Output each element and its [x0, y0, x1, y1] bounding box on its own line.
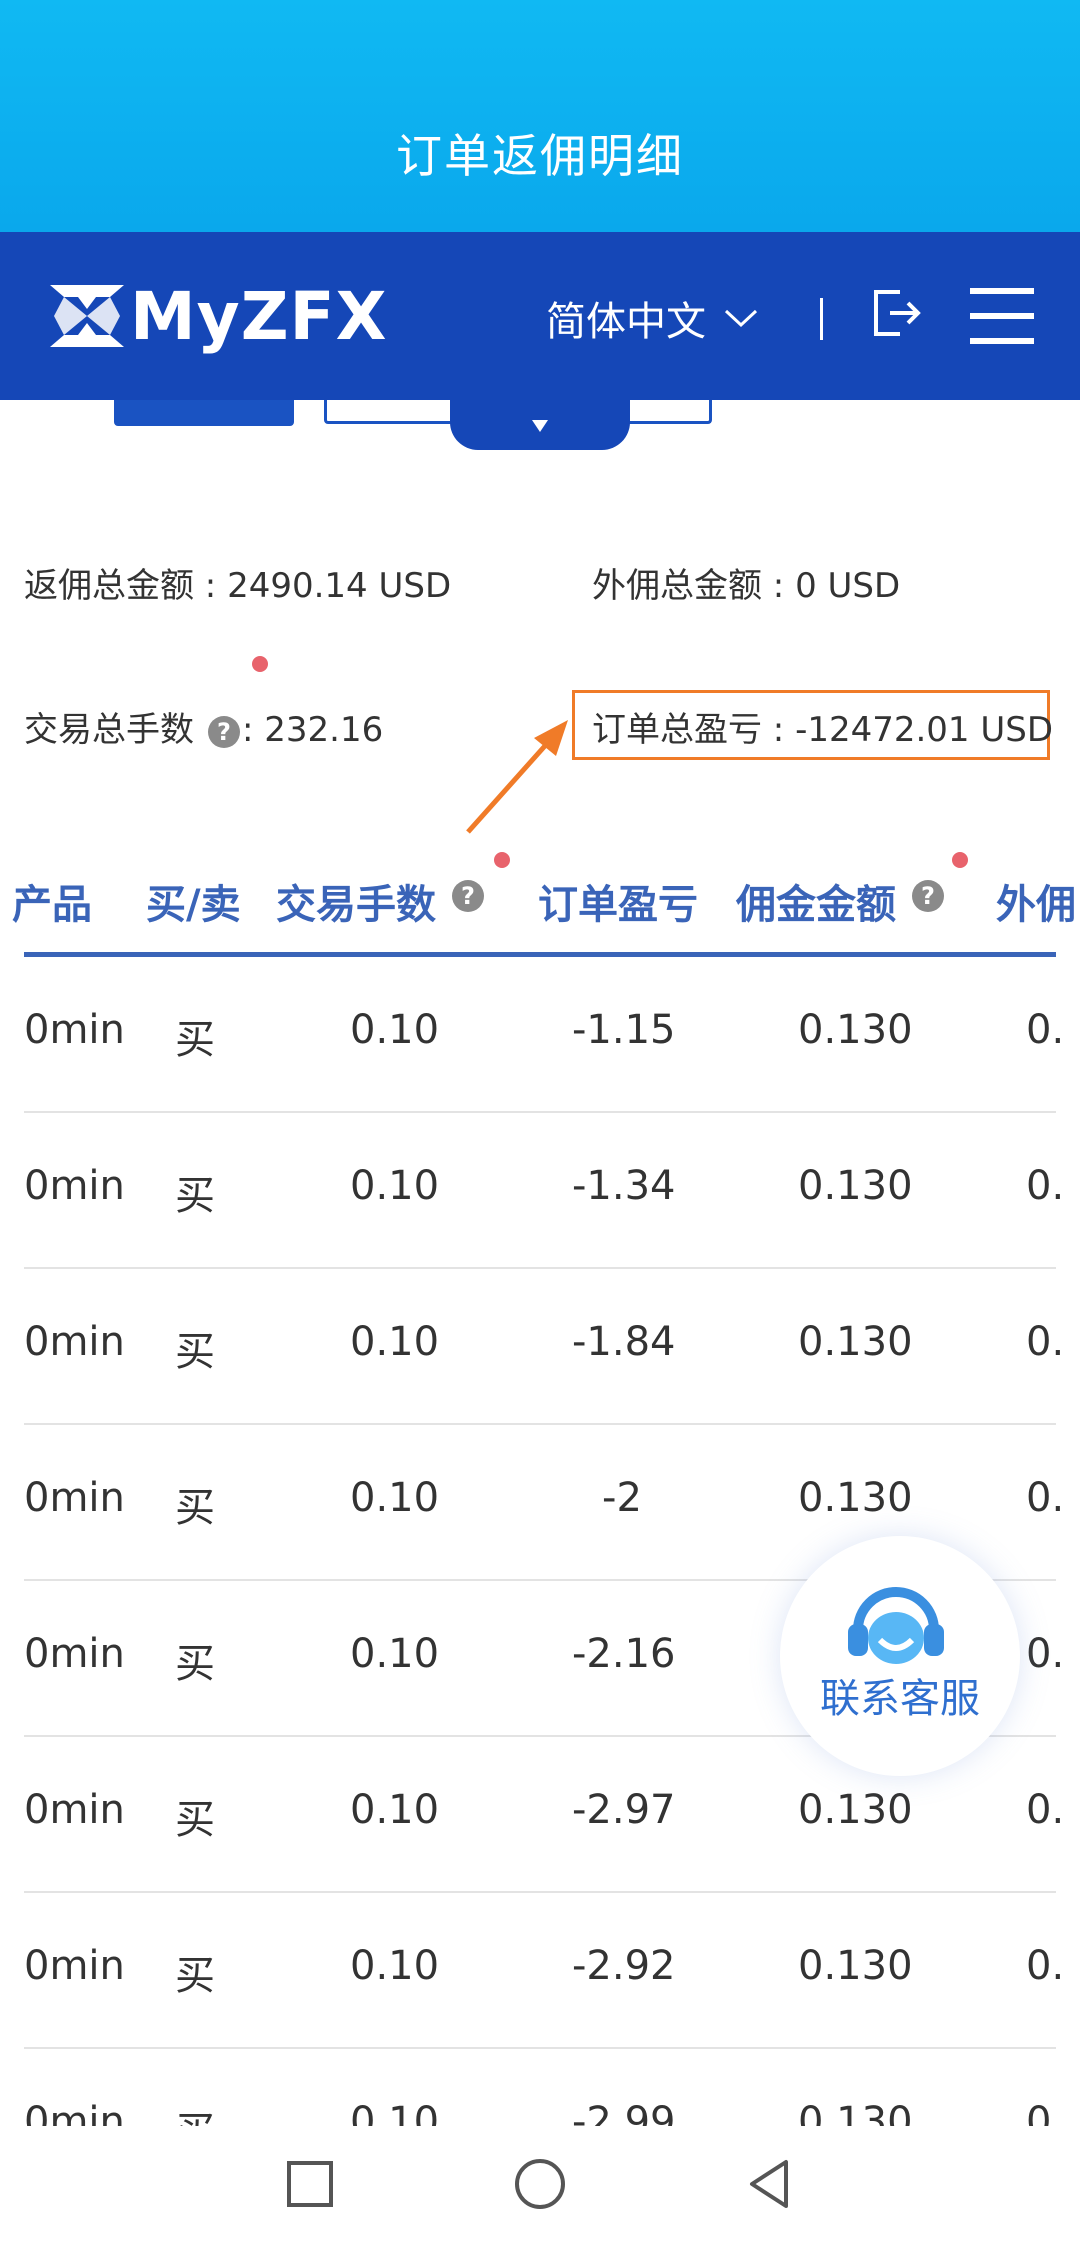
cell-lots: 0.10: [350, 1475, 440, 1521]
collapse-toggle[interactable]: [450, 400, 630, 450]
table-row[interactable]: 0min 买 0.10 -2.92 0.130 0.: [0, 1893, 1080, 2049]
help-icon[interactable]: ?: [912, 880, 944, 912]
brand-name: MyZFX: [130, 277, 388, 355]
cell-external: 0.: [1026, 1943, 1065, 1989]
logout-icon[interactable]: [870, 286, 924, 340]
lots-total: 交易总手数?: 232.16: [24, 702, 383, 751]
col-pnl[interactable]: 订单盈亏: [538, 872, 698, 930]
header-divider: [820, 298, 823, 340]
chevron-down-icon: [724, 309, 758, 328]
cell-product: 0min: [24, 1319, 125, 1365]
cell-lots: 0.10: [350, 1787, 440, 1833]
col-external[interactable]: 外佣: [996, 872, 1076, 930]
customer-service-button[interactable]: 联系客服: [780, 1536, 1020, 1776]
cell-external: 0.: [1026, 1787, 1065, 1833]
cell-lots: 0.10: [350, 1631, 440, 1677]
hamburger-menu-icon[interactable]: [970, 288, 1034, 344]
cell-commission: 0.130: [798, 1319, 913, 1365]
cell-external: 0.: [1026, 1475, 1065, 1521]
cell-pnl: -1.15: [572, 1007, 676, 1053]
cell-side: 买: [175, 1641, 215, 1687]
cell-side: 买: [175, 1329, 215, 1375]
rebate-total: 返佣总金额 : 2490.14 USD: [24, 566, 452, 606]
col-commission[interactable]: 佣金金额: [736, 872, 896, 930]
col-lots[interactable]: 交易手数: [276, 872, 436, 930]
cell-external: 0.: [1026, 1319, 1065, 1365]
back-icon[interactable]: [740, 2154, 800, 2214]
cell-side: 买: [175, 1485, 215, 1531]
table-row[interactable]: 0min 买 0.10 -1.15 0.130 0.: [0, 957, 1080, 1113]
order-pnl-total: 订单总盈亏 : -12472.01 USD: [592, 710, 1054, 750]
cell-side: 买: [175, 1797, 215, 1843]
language-label: 简体中文: [546, 299, 706, 345]
cell-lots: 0.10: [350, 1319, 440, 1365]
cell-pnl: -2: [602, 1475, 642, 1521]
recent-apps-icon[interactable]: [280, 2154, 340, 2214]
table-row[interactable]: 0min 买 0.10 -1.84 0.130 0.: [0, 1269, 1080, 1425]
table-row[interactable]: 0min 买 0.10 -1.34 0.130 0.: [0, 1113, 1080, 1269]
logo[interactable]: MyZFX: [48, 277, 388, 355]
cell-side: 买: [175, 1173, 215, 1219]
notification-dot: [252, 656, 268, 672]
cell-commission: 0.130: [798, 1943, 913, 1989]
cell-lots: 0.10: [350, 1007, 440, 1053]
cell-pnl: -2.97: [572, 1787, 676, 1833]
cell-product: 0min: [24, 1007, 125, 1053]
cell-commission: 0.130: [798, 1163, 913, 1209]
col-side[interactable]: 买/卖: [146, 872, 241, 930]
brand-header: MyZFX 简体中文: [0, 232, 1080, 400]
cell-commission: 0.130: [798, 1475, 913, 1521]
cell-commission: 0.130: [798, 1007, 913, 1053]
notification-dot: [952, 852, 968, 868]
lots-total-value: : 232.16: [242, 710, 384, 750]
cell-side: 买: [175, 1017, 215, 1063]
title-bar: 订单返佣明细: [0, 0, 1080, 232]
cell-external: 0.: [1026, 1007, 1065, 1053]
cell-product: 0min: [24, 1631, 125, 1677]
cell-product: 0min: [24, 1787, 125, 1833]
cell-product: 0min: [24, 1475, 125, 1521]
filter-button-primary[interactable]: [114, 400, 294, 426]
cell-external: 0.: [1026, 1163, 1065, 1209]
cell-product: 0min: [24, 1163, 125, 1209]
cell-lots: 0.10: [350, 1943, 440, 1989]
cell-pnl: -1.84: [572, 1319, 676, 1365]
headset-icon: [848, 1587, 944, 1664]
logo-mark-icon: [50, 285, 124, 347]
help-icon[interactable]: ?: [208, 715, 240, 748]
lots-total-label: 交易总手数: [24, 710, 194, 750]
cell-commission: 0.130: [798, 1787, 913, 1833]
notification-dot: [494, 852, 510, 868]
external-total: 外佣总金额 : 0 USD: [592, 566, 901, 606]
cell-product: 0min: [24, 1943, 125, 1989]
customer-service-label: 联系客服: [820, 1676, 980, 1722]
cell-side: 买: [175, 1953, 215, 1999]
caret-down-icon: [532, 420, 548, 432]
page-title: 订单返佣明细: [396, 129, 684, 183]
cell-pnl: -2.92: [572, 1943, 676, 1989]
cell-external: 0.: [1026, 1631, 1065, 1677]
system-nav-bar: [0, 2126, 1080, 2244]
cell-pnl: -1.34: [572, 1163, 676, 1209]
cell-pnl: -2.16: [572, 1631, 676, 1677]
help-icon[interactable]: ?: [452, 880, 484, 912]
language-select[interactable]: 简体中文: [546, 288, 758, 348]
col-product[interactable]: 产品: [12, 872, 92, 930]
annotation-arrow-icon: [466, 720, 568, 834]
cell-lots: 0.10: [350, 1163, 440, 1209]
home-icon[interactable]: [510, 2154, 570, 2214]
table-header: 产品 买/卖 交易手数 ? 订单盈亏 佣金金额 ? 外佣: [0, 850, 1080, 960]
